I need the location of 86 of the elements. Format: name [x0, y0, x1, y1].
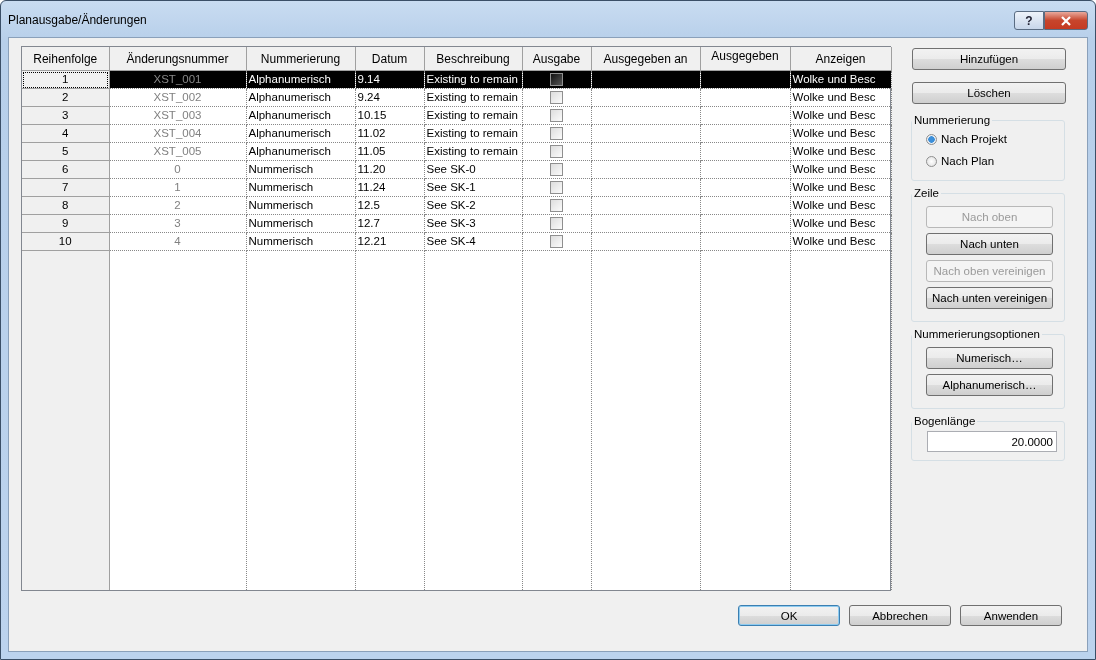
- checkbox[interactable]: [550, 127, 563, 141]
- radio-option[interactable]: Nach Projekt: [918, 128, 1058, 150]
- table-cell: Nummerisch: [246, 178, 355, 197]
- action-button[interactable]: Hinzufügen: [912, 48, 1066, 70]
- table-cell: 9.24: [355, 88, 424, 107]
- help-button[interactable]: ?: [1014, 11, 1044, 30]
- table-cell: Wolke und Besc: [790, 124, 891, 143]
- group-label: Zeile: [913, 187, 940, 199]
- input-field[interactable]: 20.0000: [927, 431, 1057, 452]
- column-header[interactable]: Datum: [355, 47, 424, 71]
- checkbox[interactable]: [550, 91, 563, 105]
- table-cell: 12.7: [355, 214, 424, 233]
- table-cell: 0: [109, 160, 246, 179]
- option-button[interactable]: Numerisch…: [926, 347, 1053, 369]
- table-cell: Existing to remain: [424, 142, 522, 161]
- table-cell: Existing to remain: [424, 106, 522, 125]
- checkbox[interactable]: [550, 181, 563, 195]
- table-cell: See SK-2: [424, 196, 522, 215]
- table-cell: Nummerisch: [246, 160, 355, 179]
- table-cell: Existing to remain: [424, 88, 522, 107]
- group-label: Nummerierungsoptionen: [913, 328, 1041, 340]
- table-cell: 2: [109, 196, 246, 215]
- table-cell: See SK-3: [424, 214, 522, 233]
- table-cell: Wolke und Besc: [790, 214, 891, 233]
- checkbox[interactable]: [550, 217, 563, 231]
- column-header[interactable]: Ausgabe: [522, 47, 591, 71]
- table-cell: 12.21: [355, 232, 424, 251]
- table-cell: XST_002: [109, 88, 246, 107]
- table-cell: See SK-1: [424, 178, 522, 197]
- radio-button[interactable]: [926, 155, 937, 167]
- column-header[interactable]: Anzeigen: [790, 47, 891, 71]
- table-cell: 12.5: [355, 196, 424, 215]
- table-cell: XST_005: [109, 142, 246, 161]
- table-cell: 11.24: [355, 178, 424, 197]
- column-header[interactable]: Ausgegeben: [700, 47, 790, 71]
- group-label: Nummerierung: [913, 114, 992, 126]
- column-header[interactable]: Reihenfolge: [22, 47, 109, 71]
- group-label: Bogenlänge: [913, 415, 977, 427]
- column-header[interactable]: Änderungsnummer: [109, 47, 246, 71]
- row-button[interactable]: Nach unten: [926, 233, 1053, 255]
- table-cell: Alphanumerisch: [246, 106, 355, 125]
- table-cell: Nummerisch: [246, 196, 355, 215]
- window-title: Planausgabe/Änderungen: [8, 13, 147, 27]
- checkbox[interactable]: [550, 163, 563, 177]
- column-header[interactable]: Ausgegeben an: [591, 47, 700, 71]
- table-cell: Alphanumerisch: [246, 88, 355, 107]
- dialog-button[interactable]: Abbrechen: [849, 605, 951, 626]
- action-button[interactable]: Löschen: [912, 82, 1066, 104]
- table-cell: Wolke und Besc: [790, 196, 891, 215]
- table-cell: Wolke und Besc: [790, 142, 891, 161]
- table-cell: 10.15: [355, 106, 424, 125]
- table-cell: Wolke und Besc: [790, 106, 891, 125]
- radio-option[interactable]: Nach Plan: [918, 150, 1058, 172]
- checkbox[interactable]: [550, 199, 563, 213]
- table-cell: Alphanumerisch: [246, 124, 355, 143]
- table-cell: 4: [109, 232, 246, 251]
- table-cell: Alphanumerisch: [246, 142, 355, 161]
- table-cell: XST_004: [109, 124, 246, 143]
- column-header[interactable]: Nummerierung: [246, 47, 355, 71]
- table-cell: 3: [109, 214, 246, 233]
- table-cell: XST_003: [109, 106, 246, 125]
- checkbox[interactable]: [550, 145, 563, 159]
- table-cell: See SK-0: [424, 160, 522, 179]
- close-button[interactable]: [1044, 11, 1088, 30]
- table-cell: See SK-4: [424, 232, 522, 251]
- table-cell: Wolke und Besc: [790, 160, 891, 179]
- table-cell: Existing to remain: [424, 124, 522, 143]
- table-cell: Wolke und Besc: [790, 88, 891, 107]
- table-cell: 11.20: [355, 160, 424, 179]
- column-header[interactable]: Beschreibung: [424, 47, 522, 71]
- row-button[interactable]: Nach unten vereinigen: [926, 287, 1053, 309]
- table-cell: 11.05: [355, 142, 424, 161]
- close-icon: [1060, 15, 1072, 26]
- table-cell: Wolke und Besc: [790, 232, 891, 251]
- table-cell: 1: [109, 178, 246, 197]
- dialog-button[interactable]: Anwenden: [960, 605, 1062, 626]
- table-cell: Nummerisch: [246, 232, 355, 251]
- table-cell: Nummerisch: [246, 214, 355, 233]
- option-button[interactable]: Alphanumerisch…: [926, 374, 1053, 396]
- checkbox[interactable]: [550, 109, 563, 123]
- checkbox[interactable]: [550, 73, 563, 87]
- table-cell: Wolke und Besc: [790, 178, 891, 197]
- table-cell: 11.02: [355, 124, 424, 143]
- checkbox[interactable]: [550, 235, 563, 249]
- radio-button[interactable]: [926, 133, 937, 145]
- dialog-button[interactable]: OK: [738, 605, 840, 626]
